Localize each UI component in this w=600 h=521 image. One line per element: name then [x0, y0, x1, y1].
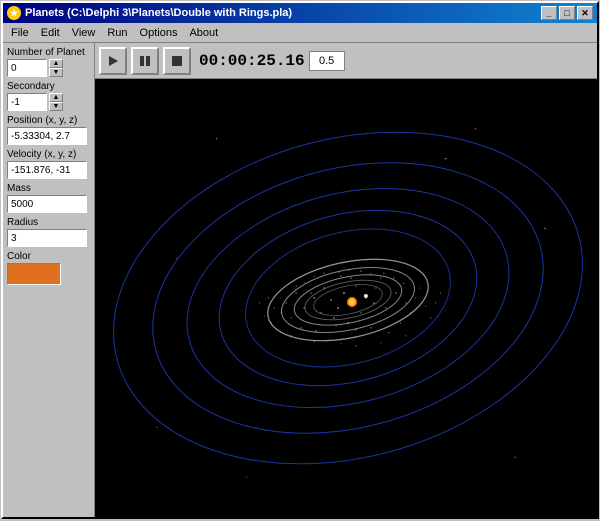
radius-input[interactable] [7, 229, 87, 247]
secondary-spinner-down[interactable]: ▼ [49, 102, 63, 111]
left-panel: Number of Planet ▲ ▼ Secondary ▲ ▼ [3, 43, 95, 517]
secondary-input[interactable] [7, 93, 47, 111]
secondary-label: Secondary [7, 81, 90, 92]
secondary-spinner-up[interactable]: ▲ [49, 93, 63, 102]
secondary-row: ▲ ▼ [7, 93, 90, 111]
menu-run[interactable]: Run [101, 25, 133, 41]
window-title: Planets (C:\Delphi 3\Planets\Double with… [25, 7, 292, 19]
color-section: Color [7, 251, 90, 285]
planet-number-input[interactable] [7, 59, 47, 77]
color-label: Color [7, 251, 90, 262]
play-button[interactable] [99, 47, 127, 75]
title-bar: ★ Planets (C:\Delphi 3\Planets\Double wi… [3, 3, 597, 23]
position-label: Position (x, y, z) [7, 115, 90, 126]
color-picker[interactable] [7, 263, 61, 285]
title-bar-left: ★ Planets (C:\Delphi 3\Planets\Double wi… [7, 6, 292, 20]
stop-button[interactable] [163, 47, 191, 75]
pause-button[interactable] [131, 47, 159, 75]
velocity-input[interactable] [7, 161, 87, 179]
planet-number-row: ▲ ▼ [7, 59, 90, 77]
menu-edit[interactable]: Edit [35, 25, 66, 41]
mass-input[interactable] [7, 195, 87, 213]
secondary-spinner: ▲ ▼ [49, 93, 63, 111]
app-icon: ★ [7, 6, 21, 20]
position-input[interactable] [7, 127, 87, 145]
time-display: 00:00:25.16 [199, 52, 305, 70]
title-controls: _ □ ✕ [541, 6, 593, 20]
menu-view[interactable]: View [66, 25, 102, 41]
secondary-section: Secondary ▲ ▼ [7, 81, 90, 111]
menu-bar: File Edit View Run Options About [3, 23, 597, 43]
planet-spinner-down[interactable]: ▼ [49, 68, 63, 77]
radius-label: Radius [7, 217, 90, 228]
minimize-button[interactable]: _ [541, 6, 557, 20]
menu-about[interactable]: About [183, 25, 224, 41]
mass-label: Mass [7, 183, 90, 194]
position-section: Position (x, y, z) [7, 115, 90, 145]
planet-number-label: Number of Planet [7, 47, 90, 58]
planet-spinner: ▲ ▼ [49, 59, 63, 77]
menu-options[interactable]: Options [134, 25, 184, 41]
content-area: Number of Planet ▲ ▼ Secondary ▲ ▼ [3, 43, 597, 517]
mass-section: Mass [7, 183, 90, 213]
velocity-label: Velocity (x, y, z) [7, 149, 90, 160]
planet-spinner-up[interactable]: ▲ [49, 59, 63, 68]
close-button[interactable]: ✕ [577, 6, 593, 20]
main-window: ★ Planets (C:\Delphi 3\Planets\Double wi… [1, 1, 599, 519]
maximize-button[interactable]: □ [559, 6, 575, 20]
menu-file[interactable]: File [5, 25, 35, 41]
simulation-canvas[interactable] [95, 79, 597, 517]
planet-number-section: Number of Planet ▲ ▼ [7, 47, 90, 77]
velocity-section: Velocity (x, y, z) [7, 149, 90, 179]
right-panel: 00:00:25.16 [95, 43, 597, 517]
radius-section: Radius [7, 217, 90, 247]
toolbar: 00:00:25.16 [95, 43, 597, 79]
speed-input[interactable] [309, 51, 345, 71]
